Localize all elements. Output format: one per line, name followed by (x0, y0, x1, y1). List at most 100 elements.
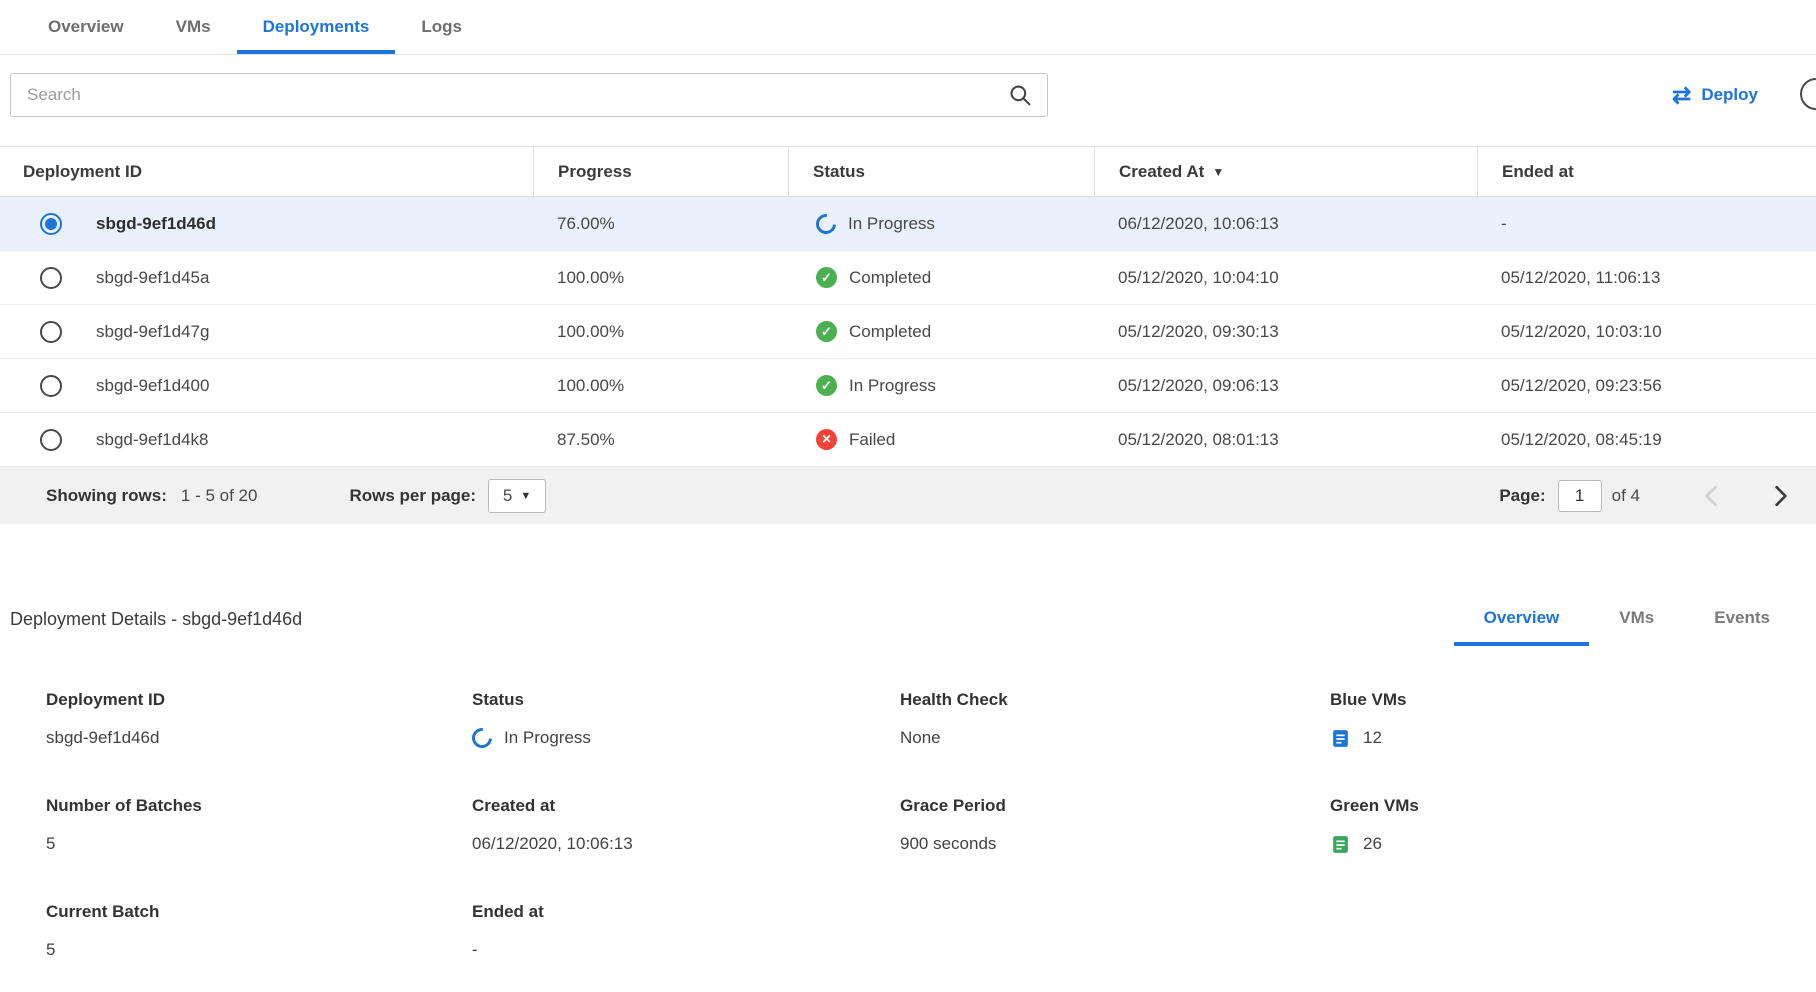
row-radio-cell (0, 375, 64, 397)
search-box (10, 73, 1048, 117)
radio-icon[interactable] (40, 375, 62, 397)
field-label: Green VMs (1330, 796, 1816, 816)
field-value: 5 (46, 832, 472, 856)
details-tab-vms[interactable]: VMs (1589, 608, 1684, 646)
deployment-id-cell: sbgd-9ef1d4k8 (64, 430, 533, 450)
row-radio-cell (0, 321, 64, 343)
page-label: Page: (1499, 486, 1545, 506)
column-header-ended-at[interactable]: Ended at (1477, 147, 1816, 196)
field-value: 5 (46, 938, 472, 962)
deployment-id-cell: sbgd-9ef1d47g (64, 322, 533, 342)
showing-rows-value: 1 - 5 of 20 (181, 486, 258, 506)
column-header-status[interactable]: Status (788, 147, 1094, 196)
error-circle-icon: × (816, 429, 837, 450)
created-at-cell: 05/12/2020, 08:01:13 (1094, 430, 1477, 450)
field-green-vms: Green VMs 26 (1330, 796, 1816, 856)
previous-page-icon[interactable] (1698, 483, 1724, 509)
deploy-button-label: Deploy (1701, 85, 1758, 105)
search-input[interactable] (25, 84, 1007, 106)
field-created-at: Created at 06/12/2020, 10:06:13 (472, 796, 900, 856)
field-status: Status In Progress (472, 690, 900, 750)
progress-cell: 100.00% (533, 322, 788, 342)
column-header-created-at[interactable]: Created At ▼ (1094, 147, 1477, 196)
tab-deployments[interactable]: Deployments (237, 0, 396, 54)
progress-cell: 87.50% (533, 430, 788, 450)
details-grid: Deployment ID sbgd-9ef1d46d Status In Pr… (46, 690, 1816, 962)
rows-per-page-label: Rows per page: (349, 486, 476, 506)
table-row[interactable]: sbgd-9ef1d4k8 87.50% × Failed 05/12/2020… (0, 413, 1816, 467)
table-row[interactable]: sbgd-9ef1d45a 100.00% ✓ Completed 05/12/… (0, 251, 1816, 305)
field-value: 06/12/2020, 10:06:13 (472, 832, 900, 856)
deployments-table: Deployment ID Progress Status Created At… (0, 146, 1816, 524)
field-value: In Progress (504, 728, 591, 748)
page-input[interactable] (1558, 480, 1602, 512)
radio-icon[interactable] (40, 267, 62, 289)
created-at-cell: 05/12/2020, 09:06:13 (1094, 376, 1477, 396)
radio-icon[interactable] (40, 321, 62, 343)
created-at-cell: 05/12/2020, 10:04:10 (1094, 268, 1477, 288)
field-value: - (472, 938, 900, 962)
chevron-down-icon: ▼ (520, 490, 531, 502)
details-tab-overview[interactable]: Overview (1454, 608, 1590, 646)
check-circle-icon: ✓ (816, 321, 837, 342)
pagination: Page: of 4 (1499, 480, 1794, 512)
field-label: Number of Batches (46, 796, 472, 816)
table-row[interactable]: sbgd-9ef1d400 100.00% ✓ In Progress 05/1… (0, 359, 1816, 413)
details-tab-bar: Overview VMs Events (1454, 608, 1800, 646)
radio-selected-icon[interactable] (40, 213, 62, 235)
column-header-deployment-id[interactable]: Deployment ID (0, 147, 533, 196)
status-cell: ✓ Completed (788, 321, 1094, 342)
table-header-row: Deployment ID Progress Status Created At… (0, 147, 1816, 197)
deployment-id-cell: sbgd-9ef1d45a (64, 268, 533, 288)
field-current-batch: Current Batch 5 (46, 902, 472, 962)
field-value: 26 (1363, 834, 1382, 854)
status-cell: ✓ In Progress (788, 375, 1094, 396)
created-at-cell: 06/12/2020, 10:06:13 (1094, 214, 1477, 234)
progress-cell: 100.00% (533, 268, 788, 288)
blue-vm-icon (1330, 728, 1351, 749)
ended-at-cell: 05/12/2020, 11:06:13 (1477, 268, 1816, 288)
progress-cell: 100.00% (533, 376, 788, 396)
next-page-icon[interactable] (1768, 483, 1794, 509)
details-tab-events[interactable]: Events (1684, 608, 1800, 646)
radio-icon[interactable] (40, 429, 62, 451)
in-progress-spinner-icon (812, 209, 840, 237)
deploy-button[interactable]: ⇄ Deploy (1672, 84, 1758, 107)
rows-per-page-select[interactable]: 5 ▼ (488, 479, 546, 513)
field-ended-at: Ended at - (472, 902, 900, 962)
search-icon[interactable] (1007, 82, 1033, 108)
refresh-icon[interactable] (1800, 78, 1816, 110)
field-label: Current Batch (46, 902, 472, 922)
field-label: Status (472, 690, 900, 710)
status-label: Failed (849, 430, 895, 450)
rows-per-page-value: 5 (503, 486, 512, 506)
ended-at-cell: 05/12/2020, 08:45:19 (1477, 430, 1816, 450)
check-circle-icon: ✓ (816, 375, 837, 396)
swap-arrows-icon: ⇄ (1672, 84, 1691, 107)
green-vm-icon (1330, 834, 1351, 855)
ended-at-cell: 05/12/2020, 09:23:56 (1477, 376, 1816, 396)
status-label: Completed (849, 322, 931, 342)
field-label: Ended at (472, 902, 900, 922)
column-header-progress[interactable]: Progress (533, 147, 788, 196)
toolbar: ⇄ Deploy (10, 72, 1806, 118)
details-header: Deployment Details - sbgd-9ef1d46d Overv… (0, 608, 1816, 646)
status-label: In Progress (849, 376, 936, 396)
field-label: Blue VMs (1330, 690, 1816, 710)
in-progress-spinner-icon (468, 724, 496, 752)
field-number-of-batches: Number of Batches 5 (46, 796, 472, 856)
column-header-created-at-label: Created At (1119, 162, 1204, 182)
status-label: In Progress (848, 214, 935, 234)
field-deployment-id: Deployment ID sbgd-9ef1d46d (46, 690, 472, 750)
table-row[interactable]: sbgd-9ef1d47g 100.00% ✓ Completed 05/12/… (0, 305, 1816, 359)
table-row[interactable]: sbgd-9ef1d46d 76.00% In Progress 06/12/2… (0, 197, 1816, 251)
status-cell: In Progress (788, 214, 1094, 234)
tab-vms[interactable]: VMs (150, 0, 237, 54)
status-cell: × Failed (788, 429, 1094, 450)
field-health-check: Health Check None (900, 690, 1330, 750)
tab-overview[interactable]: Overview (22, 0, 150, 54)
tab-logs[interactable]: Logs (395, 0, 488, 54)
progress-cell: 76.00% (533, 214, 788, 234)
field-value: 12 (1363, 728, 1382, 748)
details-title: Deployment Details - sbgd-9ef1d46d (10, 609, 302, 646)
